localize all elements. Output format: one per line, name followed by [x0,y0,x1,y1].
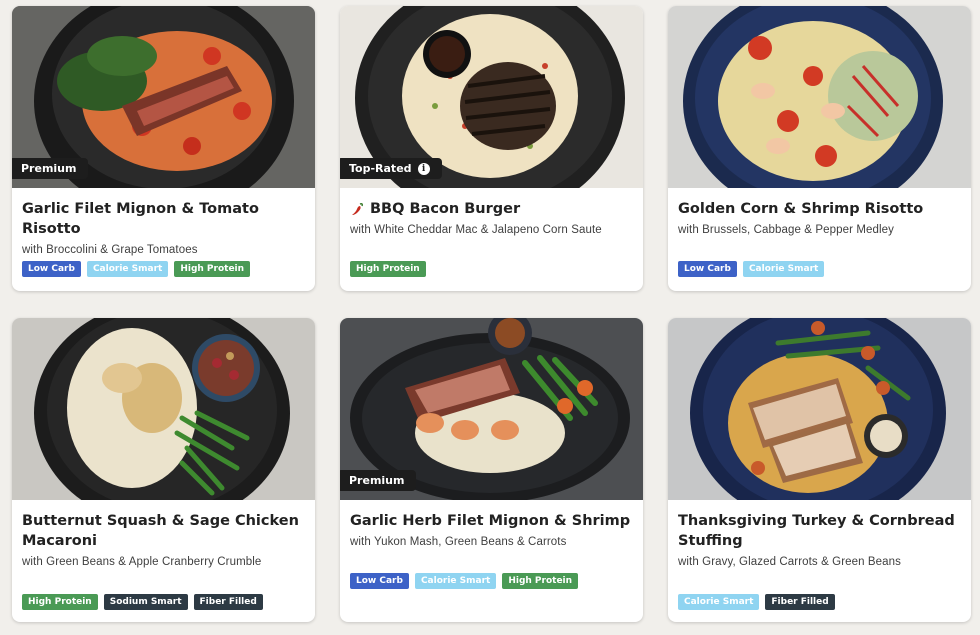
meal-subtitle: with Broccolini & Grape Tomatoes [22,244,198,256]
meal-title-text: Butternut Squash & Sage Chicken Macaroni [22,513,299,549]
meal-photo-3[interactable] [668,6,971,188]
premium-badge: Premium [12,158,89,179]
tag-calorie-smart: Calorie Smart [86,261,169,277]
meal-title[interactable]: BBQ Bacon Burger [350,199,633,219]
meal-title-text: BBQ Bacon Burger [370,201,521,217]
meal-title-text: Thanksgiving Turkey & Cornbread Stuffing [678,513,955,549]
meal-title[interactable]: Butternut Squash & Sage Chicken Macaroni [22,511,305,551]
meal-card-4[interactable]: Butternut Squash & Sage Chicken Macaroni… [12,318,315,622]
tag-high-protein: High Protein [174,261,251,277]
tag-sodium-smart: Sodium Smart [103,594,188,610]
meal-photo-6[interactable] [668,318,971,500]
tag-high-protein: High Protein [350,261,426,277]
diet-tags: Calorie Smart Fiber Filled [678,594,835,610]
meal-photo-5[interactable]: Premium [340,318,643,500]
tag-calorie-smart: Calorie Smart [742,261,825,277]
tag-fiber-filled: Fiber Filled [193,594,263,610]
meal-title[interactable]: Thanksgiving Turkey & Cornbread Stuffing [678,511,961,551]
meal-title[interactable]: Golden Corn & Shrimp Risotto [678,199,961,219]
tag-high-protein: High Protein [22,594,98,610]
meal-title-text: Golden Corn & Shrimp Risotto [678,201,924,217]
top-rated-badge: Top-Rated i [340,158,442,179]
meal-card-2[interactable]: Top-Rated i BBQ Bacon Burger with White … [340,6,643,291]
tag-low-carb: Low Carb [22,261,81,277]
badge-label: Premium [349,474,405,487]
meal-card-3[interactable]: Golden Corn & Shrimp Risotto with Brusse… [668,6,971,291]
chili-pepper-icon [350,202,364,216]
meal-subtitle: with Green Beans & Apple Cranberry Crumb… [22,556,262,568]
meal-image [668,6,971,188]
info-icon[interactable]: i [417,162,430,175]
tag-fiber-filled: Fiber Filled [765,594,835,610]
meal-subtitle: with Brussels, Cabbage & Pepper Medley [678,224,895,236]
meal-title-text: Garlic Herb Filet Mignon & Shrimp [350,513,631,529]
diet-tags: High Protein Sodium Smart Fiber Filled [22,594,263,610]
meal-photo-1[interactable]: Premium [12,6,315,188]
meal-title[interactable]: Garlic Filet Mignon & Tomato Risotto [22,199,305,239]
meal-photo-4[interactable] [12,318,315,500]
tag-high-protein: High Protein [502,573,579,589]
badge-label: Premium [21,162,77,175]
meal-subtitle: with Gravy, Glazed Carrots & Green Beans [678,556,902,568]
diet-tags: Low Carb Calorie Smart [678,261,825,277]
meal-card-6[interactable]: Thanksgiving Turkey & Cornbread Stuffing… [668,318,971,622]
meal-card-5[interactable]: Premium Garlic Herb Filet Mignon & Shrim… [340,318,643,622]
premium-badge: Premium [340,470,417,491]
diet-tags: Low Carb Calorie Smart High Protein [22,261,251,277]
meal-image [12,318,315,500]
diet-tags: Low Carb Calorie Smart High Protein [350,573,579,589]
tag-low-carb: Low Carb [678,261,737,277]
tag-calorie-smart: Calorie Smart [414,573,497,589]
diet-tags: High Protein [350,261,426,277]
meal-subtitle: with Yukon Mash, Green Beans & Carrots [350,536,567,548]
meal-card-1[interactable]: Premium Garlic Filet Mignon & Tomato Ris… [12,6,315,291]
meal-subtitle: with White Cheddar Mac & Jalapeno Corn S… [350,224,602,236]
tag-calorie-smart: Calorie Smart [678,594,760,610]
tag-low-carb: Low Carb [350,573,409,589]
meal-photo-2[interactable]: Top-Rated i [340,6,643,188]
meal-title-text: Garlic Filet Mignon & Tomato Risotto [22,201,259,237]
meal-image [668,318,971,500]
badge-label: Top-Rated [349,162,412,175]
meal-title[interactable]: Garlic Herb Filet Mignon & Shrimp [350,511,633,531]
